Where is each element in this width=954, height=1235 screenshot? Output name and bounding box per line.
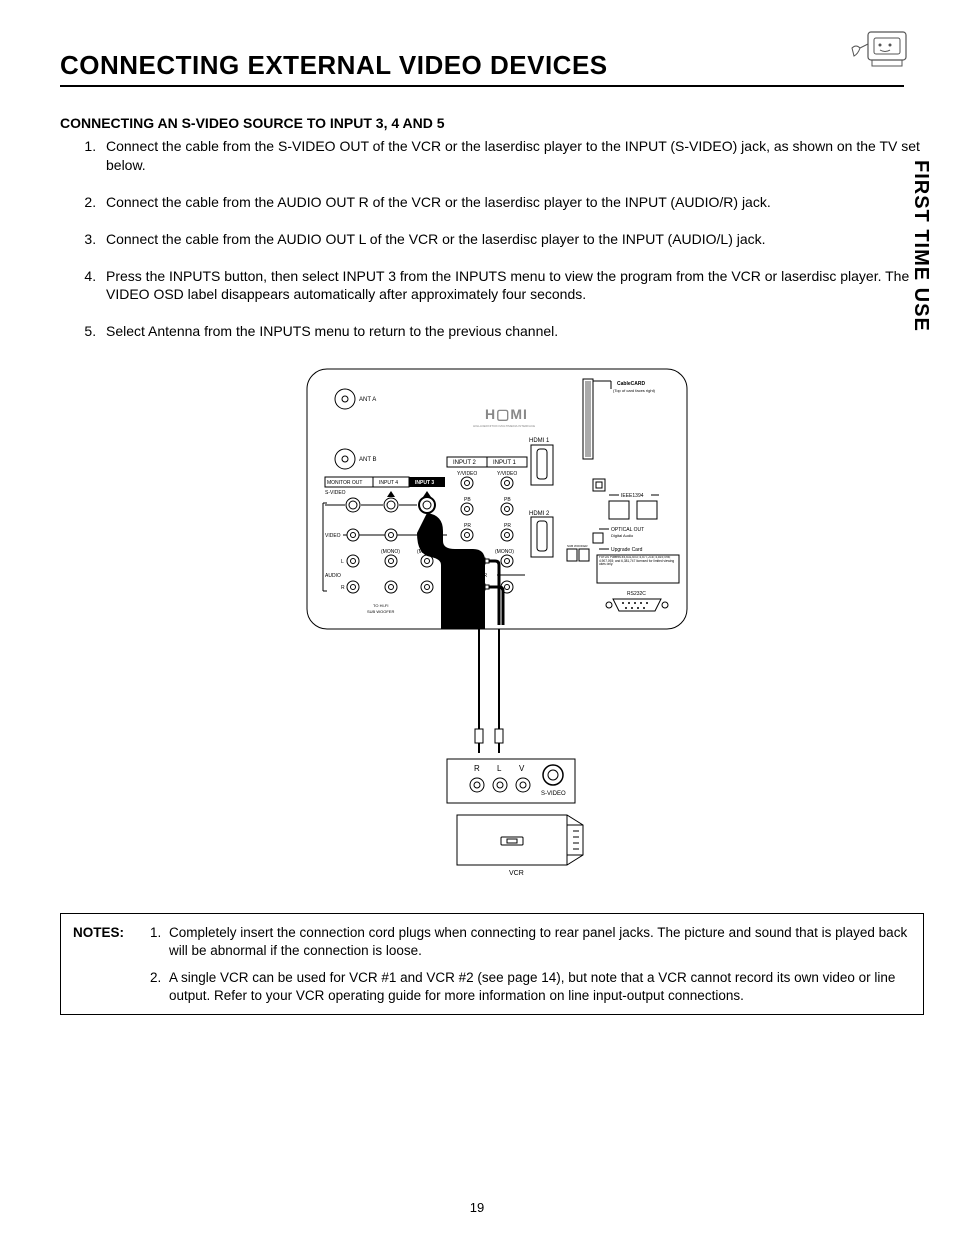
step-1: Connect the cable from the S-VIDEO OUT o…: [100, 137, 934, 175]
svg-text:CableCARD: CableCARD: [617, 381, 645, 387]
svg-text:VCR: VCR: [509, 870, 524, 877]
svg-text:INPUT 4: INPUT 4: [379, 480, 398, 486]
corner-illustration-icon: [850, 28, 910, 72]
svg-text:INPUT 1: INPUT 1: [493, 460, 517, 466]
svg-text:Y/VIDEO: Y/VIDEO: [457, 471, 477, 477]
notes-label: NOTES:: [73, 924, 145, 1004]
svg-text:(MONO): (MONO): [495, 549, 514, 555]
svg-text:INPUT 2: INPUT 2: [453, 460, 477, 466]
svg-text:S-VIDEO: S-VIDEO: [325, 490, 346, 496]
sub-heading: CONNECTING AN S-VIDEO SOURCE TO INPUT 3,…: [60, 115, 934, 131]
svg-text:L: L: [341, 559, 344, 565]
svg-text:VIDEO: VIDEO: [325, 533, 341, 539]
svg-text:SUB WOOFER: SUB WOOFER: [367, 609, 394, 614]
svg-text:HDMI 1: HDMI 1: [529, 438, 550, 444]
page-number: 19: [0, 1200, 954, 1215]
note-1: Completely insert the connection cord pl…: [165, 924, 911, 959]
step-3: Connect the cable from the AUDIO OUT L o…: [100, 230, 934, 249]
side-tab-first-time-use: FIRST TIME USE: [905, 160, 932, 332]
page-title: CONNECTING EXTERNAL VIDEO DEVICES: [60, 50, 904, 87]
svg-text:HIGH-DEFINITION MULTIMEDIA INT: HIGH-DEFINITION MULTIMEDIA INTERFACE: [473, 424, 535, 428]
svg-text:PR: PR: [464, 523, 471, 529]
svg-text:SUB WOOFER: SUB WOOFER: [567, 544, 588, 548]
svg-text:PR: PR: [504, 523, 511, 529]
svg-text:H▢MI: H▢MI: [485, 406, 528, 422]
svg-text:HDMI 2: HDMI 2: [529, 511, 550, 517]
svg-text:PB: PB: [464, 497, 471, 503]
step-4: Press the INPUTS button, then select INP…: [100, 267, 934, 305]
notes-list: Completely insert the connection cord pl…: [145, 924, 911, 1004]
svg-text:V: V: [519, 764, 525, 773]
svg-text:(Top of card faces right): (Top of card faces right): [613, 388, 656, 393]
svg-text:S-VIDEO: S-VIDEO: [541, 791, 566, 797]
svg-text:ANT A: ANT A: [359, 397, 376, 403]
svg-text:AUDIO: AUDIO: [325, 573, 341, 579]
step-5: Select Antenna from the INPUTS menu to r…: [100, 322, 934, 341]
svg-text:Upgrade Card: Upgrade Card: [611, 547, 643, 553]
svg-text:Y/VIDEO: Y/VIDEO: [497, 471, 517, 477]
svg-text:INPUT 3: INPUT 3: [415, 480, 434, 486]
step-2: Connect the cable from the AUDIO OUT R o…: [100, 193, 934, 212]
svg-text:L: L: [497, 764, 502, 773]
svg-text:TO HI-FI: TO HI-FI: [373, 603, 388, 608]
svg-text:MONITOR OUT: MONITOR OUT: [327, 480, 362, 486]
svg-text:PB: PB: [504, 497, 511, 503]
connection-diagram: ANT A ANT B H▢MI HIGH-DEFINITION MULTIME…: [60, 359, 934, 879]
svg-text:Digital Audio: Digital Audio: [611, 533, 634, 538]
svg-text:R: R: [474, 764, 480, 773]
notes-box: NOTES: Completely insert the connection …: [60, 913, 924, 1015]
steps-list: Connect the cable from the S-VIDEO OUT o…: [60, 137, 934, 341]
svg-text:IEEE1394: IEEE1394: [621, 493, 644, 499]
svg-text:ANT B: ANT B: [359, 457, 377, 463]
svg-text:(MONO): (MONO): [381, 549, 400, 555]
note-2: A single VCR can be used for VCR #1 and …: [165, 969, 911, 1004]
svg-text:RS232C: RS232C: [627, 591, 646, 597]
svg-text:R: R: [341, 585, 345, 591]
